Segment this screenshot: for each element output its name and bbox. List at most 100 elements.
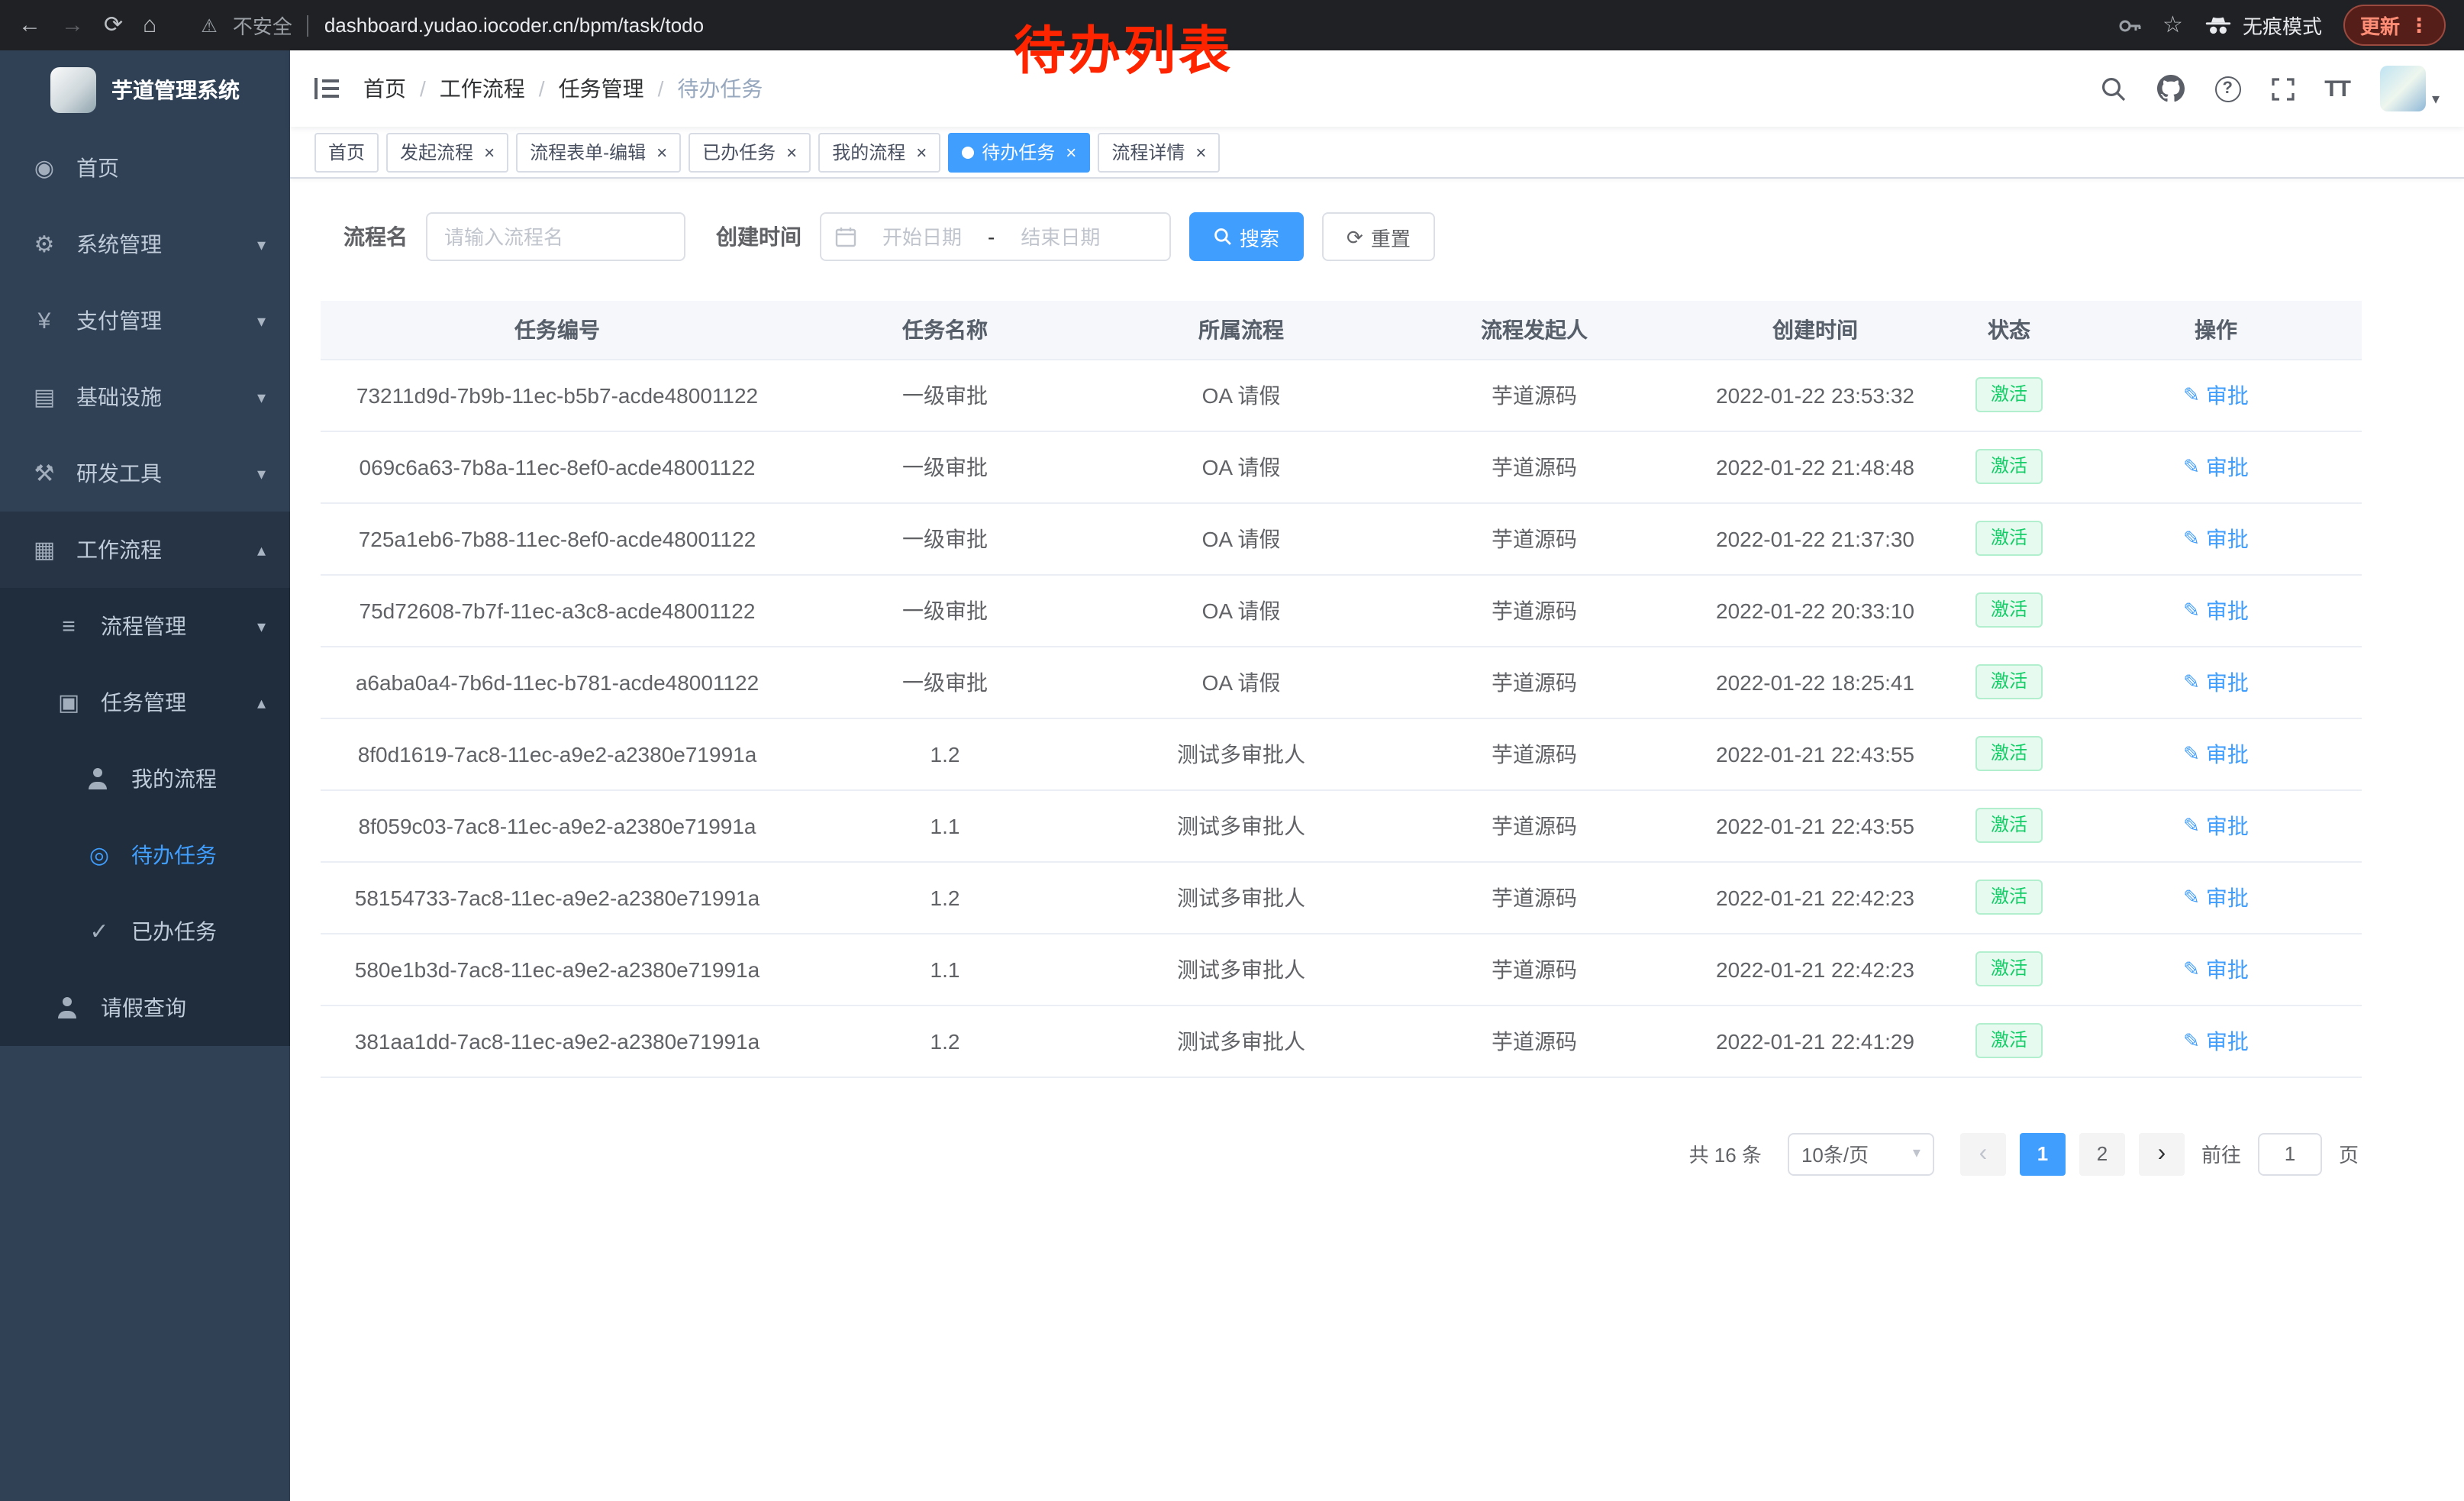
- table-row: a6aba0a4-7b6d-11ec-b781-acde48001122 一级审…: [321, 646, 2362, 718]
- approve-button[interactable]: ✎审批: [2183, 738, 2249, 769]
- breadcrumb-home[interactable]: 首页: [363, 73, 406, 104]
- approve-button[interactable]: ✎审批: [2183, 810, 2249, 841]
- table-row: 58154733-7ac8-11ec-a9e2-a2380e71991a 1.2…: [321, 861, 2362, 933]
- cell-process: 测试多审批人: [1096, 718, 1386, 789]
- cell-create-time: 2022-01-22 20:33:10: [1682, 574, 1948, 646]
- cell-action: ✎审批: [2070, 359, 2362, 431]
- approve-button[interactable]: ✎审批: [2183, 954, 2249, 984]
- date-range-picker[interactable]: -: [820, 212, 1171, 261]
- approve-button[interactable]: ✎审批: [2183, 523, 2249, 554]
- close-icon[interactable]: ×: [786, 143, 797, 161]
- sidebar-item-todo-task[interactable]: ◎ 待办任务: [0, 817, 290, 893]
- approve-button[interactable]: ✎审批: [2183, 595, 2249, 625]
- start-date-input[interactable]: [864, 225, 980, 248]
- tab-done-task[interactable]: 已办任务 ×: [689, 132, 811, 172]
- forward-icon[interactable]: →: [61, 14, 84, 37]
- prev-page-button[interactable]: ‹: [1960, 1132, 2006, 1175]
- cell-process: 测试多审批人: [1096, 933, 1386, 1005]
- sidebar-item-home[interactable]: ◉ 首页: [0, 130, 290, 206]
- cell-status: 激活: [1948, 574, 2070, 646]
- sidebar-item-my-process[interactable]: 我的流程: [0, 741, 290, 817]
- sidebar-item-task-management[interactable]: ▣ 任务管理 ▴: [0, 664, 290, 741]
- next-page-button[interactable]: ›: [2139, 1132, 2185, 1175]
- approve-button[interactable]: ✎审批: [2183, 379, 2249, 410]
- approve-button[interactable]: ✎审批: [2183, 1025, 2249, 1056]
- fullscreen-icon[interactable]: [2271, 77, 2294, 100]
- sidebar-item-system-management[interactable]: ⚙ 系统管理 ▾: [0, 206, 290, 282]
- tab-process-detail[interactable]: 流程详情 ×: [1098, 132, 1220, 172]
- workflow-icon: ▦: [31, 536, 58, 563]
- cell-action: ✎审批: [2070, 933, 2362, 1005]
- tab-form-edit[interactable]: 流程表单-编辑 ×: [516, 132, 681, 172]
- tab-my-process[interactable]: 我的流程 ×: [818, 132, 940, 172]
- cell-task-id: 8f059c03-7ac8-11ec-a9e2-a2380e71991a: [321, 789, 794, 861]
- filter-bar: 流程名 创建时间 - 搜索 ⟳ 重置: [321, 212, 2433, 261]
- cell-action: ✎审批: [2070, 574, 2362, 646]
- close-icon[interactable]: ×: [484, 143, 495, 161]
- cell-create-time: 2022-01-21 22:43:55: [1682, 718, 1948, 789]
- edit-icon: ✎: [2183, 454, 2200, 479]
- approve-button[interactable]: ✎审批: [2183, 667, 2249, 697]
- sidebar-item-process-management[interactable]: ≡ 流程管理 ▾: [0, 588, 290, 664]
- edit-icon: ✎: [2183, 813, 2200, 838]
- security-label[interactable]: 不安全: [233, 11, 292, 40]
- page-1-button[interactable]: 1: [2020, 1132, 2066, 1175]
- cell-task-id: 8f0d1619-7ac8-11ec-a9e2-a2380e71991a: [321, 718, 794, 789]
- edit-icon: ✎: [2183, 598, 2200, 622]
- cell-initiator: 芋道源码: [1386, 861, 1682, 933]
- sidebar-item-dev-tools[interactable]: ⚒ 研发工具 ▾: [0, 435, 290, 512]
- update-button[interactable]: 更新 ⋮: [2343, 5, 2446, 46]
- cell-initiator: 芋道源码: [1386, 789, 1682, 861]
- tags-view: 首页 发起流程 × 流程表单-编辑 × 已办任务 × 我的流程 ×: [290, 127, 2464, 179]
- tab-todo-task[interactable]: 待办任务 ×: [948, 132, 1090, 172]
- tab-start-process[interactable]: 发起流程 ×: [386, 132, 508, 172]
- back-icon[interactable]: ←: [18, 14, 41, 37]
- server-icon: ▤: [31, 383, 58, 411]
- cell-task-id: 725a1eb6-7b88-11ec-8ef0-acde48001122: [321, 502, 794, 574]
- text-size-icon[interactable]: TT: [2324, 76, 2350, 102]
- cell-create-time: 2022-01-22 21:48:48: [1682, 431, 1948, 502]
- sidebar-item-leave-query[interactable]: 请假查询: [0, 970, 290, 1046]
- approve-button[interactable]: ✎审批: [2183, 882, 2249, 912]
- page-size-select[interactable]: 10条/页 ▾: [1788, 1132, 1934, 1175]
- reload-icon[interactable]: ⟳: [104, 14, 123, 37]
- cell-create-time: 2022-01-21 22:43:55: [1682, 789, 1948, 861]
- hamburger-icon[interactable]: [314, 78, 339, 99]
- tab-home[interactable]: 首页: [314, 132, 379, 172]
- user-avatar[interactable]: ▾: [2380, 66, 2440, 111]
- approve-button[interactable]: ✎审批: [2183, 451, 2249, 482]
- search-icon[interactable]: [2100, 76, 2126, 102]
- url-text[interactable]: dashboard.yudao.iocoder.cn/bpm/task/todo: [324, 14, 704, 37]
- goto-page-input[interactable]: [2258, 1132, 2322, 1175]
- sidebar-item-workflow[interactable]: ▦ 工作流程 ▴: [0, 512, 290, 588]
- reset-button[interactable]: ⟳ 重置: [1322, 212, 1435, 261]
- close-icon[interactable]: ×: [916, 143, 927, 161]
- close-icon[interactable]: ×: [1195, 143, 1206, 161]
- chevron-up-icon: ▴: [257, 540, 266, 560]
- end-date-input[interactable]: [1002, 225, 1118, 248]
- close-icon[interactable]: ×: [1066, 143, 1076, 161]
- breadcrumb-workflow[interactable]: 工作流程: [440, 73, 525, 104]
- github-icon[interactable]: [2156, 75, 2184, 102]
- breadcrumb-task-management[interactable]: 任务管理: [559, 73, 644, 104]
- sidebar-item-payment-management[interactable]: ¥ 支付管理 ▾: [0, 282, 290, 359]
- cell-process: 测试多审批人: [1096, 1005, 1386, 1077]
- sidebar-item-done-task[interactable]: ✓ 已办任务: [0, 893, 290, 970]
- sidebar-item-infrastructure[interactable]: ▤ 基础设施 ▾: [0, 359, 290, 435]
- caret-down-icon: ▾: [1913, 1145, 1921, 1162]
- cell-task-name: 一级审批: [794, 574, 1096, 646]
- page-2-button[interactable]: 2: [2079, 1132, 2125, 1175]
- cell-process: 测试多审批人: [1096, 861, 1386, 933]
- menu-dots-icon[interactable]: ⋮: [2409, 13, 2429, 37]
- help-icon[interactable]: ?: [2214, 76, 2240, 102]
- close-icon[interactable]: ×: [656, 143, 667, 161]
- star-icon[interactable]: ☆: [2162, 14, 2183, 37]
- browser-actions: ☆ 无痕模式 更新 ⋮: [2117, 5, 2446, 46]
- search-button[interactable]: 搜索: [1189, 212, 1304, 261]
- key-icon[interactable]: [2117, 13, 2141, 37]
- process-name-input[interactable]: [426, 212, 685, 261]
- warning-icon: ⚠: [201, 15, 218, 36]
- home-icon[interactable]: ⌂: [143, 14, 156, 37]
- sidebar: 芋道管理系统 ◉ 首页 ⚙ 系统管理 ▾ ¥ 支付管理 ▾ ▤: [0, 50, 290, 1501]
- navbar-actions: ? TT ▾: [2100, 66, 2440, 111]
